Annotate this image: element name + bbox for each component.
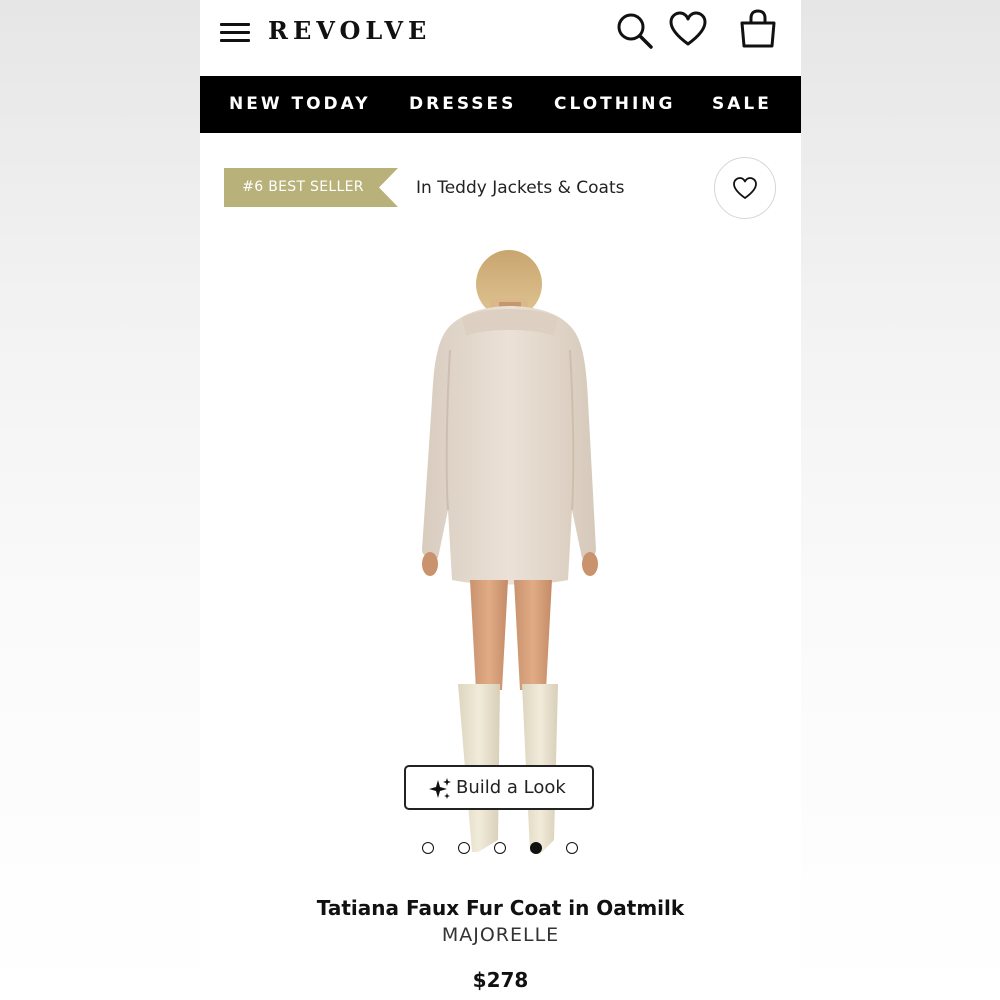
carousel-dot-active[interactable] [530, 842, 542, 854]
carousel-dot[interactable] [458, 842, 470, 854]
build-a-look-button[interactable]: Build a Look [404, 765, 594, 810]
add-to-wishlist-button[interactable] [714, 157, 776, 219]
product-page: REVOLVE NEW TODAY DRESSES CLOTHING SALE … [200, 0, 801, 1000]
carousel-dot[interactable] [422, 842, 434, 854]
menu-icon[interactable] [220, 22, 250, 42]
product-brand[interactable]: MAJORELLE [200, 922, 801, 948]
carousel-dot[interactable] [494, 842, 506, 854]
product-name: Tatiana Faux Fur Coat in Oatmilk [316, 896, 685, 920]
build-a-look-label: Build a Look [456, 777, 566, 798]
nav-sale[interactable]: SALE [712, 76, 772, 133]
best-seller-category[interactable]: In Teddy Jackets & Coats [416, 176, 624, 200]
carousel-dot[interactable] [566, 842, 578, 854]
sparkle-icon [429, 778, 451, 799]
nav-new-today[interactable]: NEW TODAY [229, 76, 371, 133]
wishlist-heart-icon [733, 177, 757, 199]
best-seller-label: #6 BEST SELLER [242, 179, 364, 195]
site-header: REVOLVE [200, 0, 801, 76]
heart-icon[interactable] [668, 10, 708, 50]
brand-logo[interactable]: REVOLVE [268, 16, 431, 46]
nav-clothing[interactable]: CLOTHING [554, 76, 675, 133]
nav-dresses[interactable]: DRESSES [409, 76, 516, 133]
best-seller-badge: #6 BEST SELLER [224, 168, 398, 207]
search-icon[interactable] [614, 10, 654, 50]
shopping-bag-icon[interactable] [738, 8, 778, 48]
product-price: $278 [472, 968, 529, 992]
category-nav: NEW TODAY DRESSES CLOTHING SALE [200, 76, 801, 133]
